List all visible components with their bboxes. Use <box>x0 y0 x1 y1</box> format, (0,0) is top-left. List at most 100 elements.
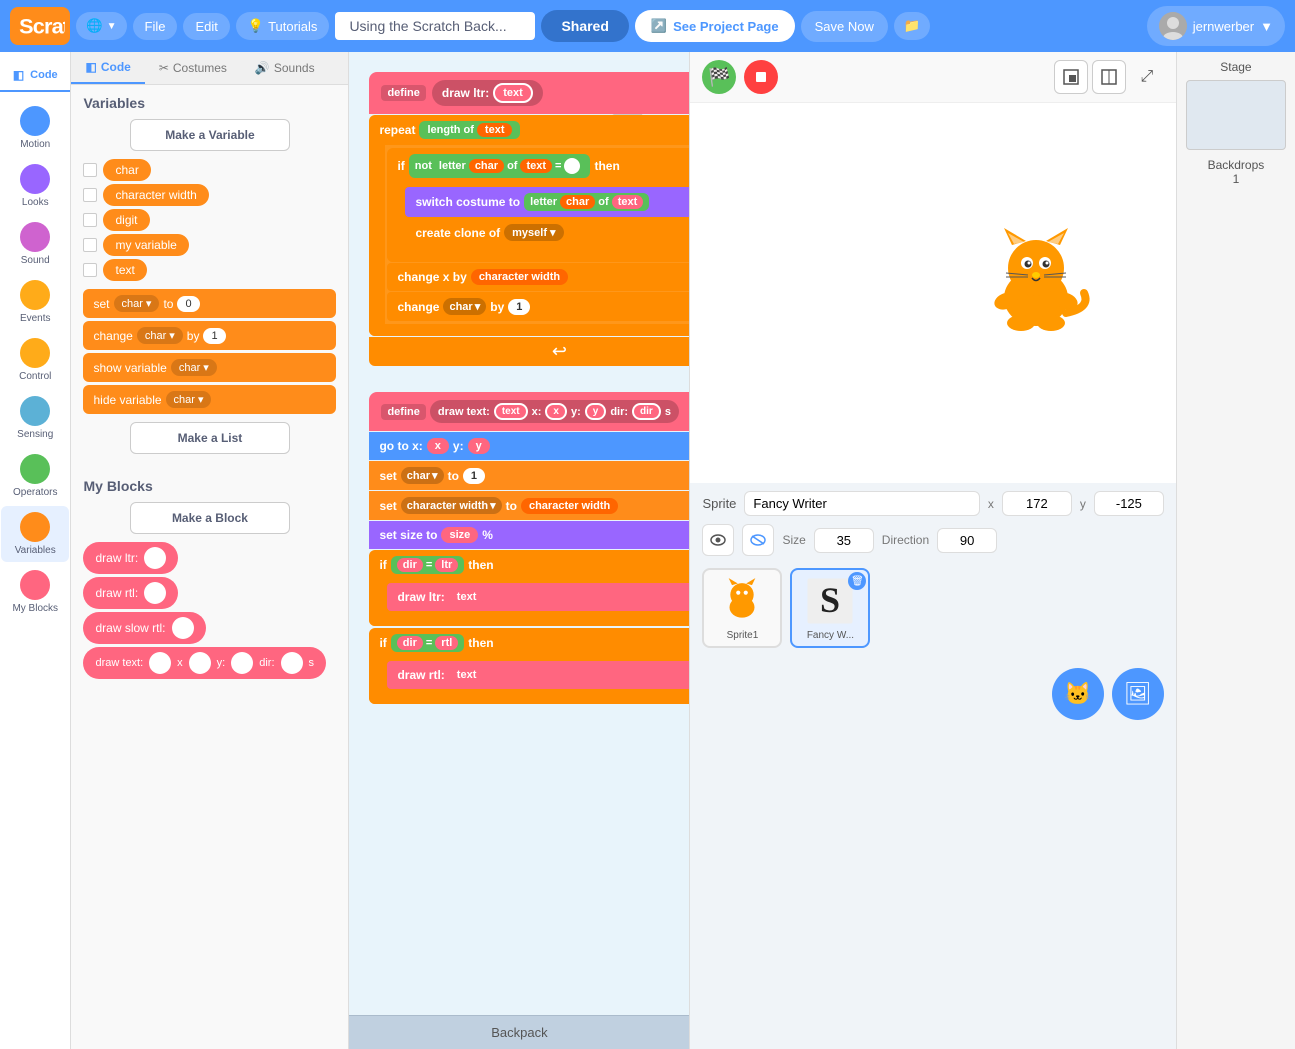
make-block-button[interactable]: Make a Block <box>130 502 290 534</box>
var-check-my-variable[interactable] <box>83 238 97 252</box>
draw-rtl-call[interactable]: draw rtl: text <box>387 661 689 689</box>
define-draw-text-block[interactable]: define draw text: text x: x y: y dir: di… <box>369 392 689 431</box>
myblock-draw-text[interactable]: draw text: x y: dir: s <box>83 647 336 679</box>
set-char-dropdown[interactable]: char ▾ <box>114 295 160 312</box>
stage-thumbnail[interactable] <box>1186 80 1286 150</box>
switch-costume-block[interactable]: switch costume to letter char of text <box>405 187 689 217</box>
sprite-name-input[interactable] <box>744 491 979 516</box>
sprite-thumb-sprite1[interactable]: Sprite1 <box>702 568 782 648</box>
add-cat-button[interactable]: 🐱 <box>1052 668 1104 720</box>
change-char-block[interactable]: change char ▾ by 1 <box>83 321 336 350</box>
sprite-thumb-fancy-writer[interactable]: 🗑 S Fancy W... <box>790 568 870 648</box>
y-input[interactable] <box>1094 491 1164 516</box>
folder-button[interactable]: 📁 <box>894 12 931 40</box>
sidebar-item-myblocks[interactable]: My Blocks <box>1 564 69 620</box>
if-dir-rtl[interactable]: if dir = rtl then draw rtl: text <box>369 628 689 704</box>
fullscreen-button[interactable]: ⤢ <box>1130 60 1164 94</box>
var-pill-character-width[interactable]: character width <box>103 184 208 206</box>
myblock-draw-ltr[interactable]: draw ltr: <box>83 542 336 574</box>
sidebar-item-operators[interactable]: Operators <box>1 448 69 504</box>
sidebar-item-events[interactable]: Events <box>1 274 69 330</box>
tab-costumes[interactable]: ✂ Costumes <box>145 52 241 84</box>
draw-ltr-arg <box>144 547 166 569</box>
layout-small-button[interactable] <box>1054 60 1088 94</box>
sprite-delete-button[interactable]: 🗑 <box>848 572 866 590</box>
var-check-character-width[interactable] <box>83 188 97 202</box>
define-block[interactable]: define draw ltr: text <box>369 72 689 114</box>
sidebar-item-sound[interactable]: Sound <box>1 216 69 272</box>
set-size-block[interactable]: set size to size % <box>369 521 689 549</box>
backpack-bar[interactable]: Backpack <box>349 1015 689 1049</box>
sprites-grid: Sprite1 🗑 S Fancy W... <box>702 564 1163 652</box>
if-dir-ltr[interactable]: if dir = ltr then draw ltr: text <box>369 550 689 626</box>
set-char-to-1-block[interactable]: set char ▾ to 1 <box>369 461 689 490</box>
tab-sounds[interactable]: 🔊 Sounds <box>241 52 329 84</box>
layout-large-button[interactable] <box>1092 60 1126 94</box>
make-list-button[interactable]: Make a List <box>130 422 290 454</box>
sidebar-item-looks[interactable]: Looks <box>1 158 69 214</box>
edit-menu[interactable]: Edit <box>183 13 229 40</box>
y-label: y <box>1080 497 1086 511</box>
hide-variable-block[interactable]: hide variable char ▾ <box>83 385 336 414</box>
myblock-draw-slow-rtl[interactable]: draw slow rtl: <box>83 612 336 644</box>
show-var-dropdown[interactable]: char ▾ <box>171 359 217 376</box>
sidebar-item-motion[interactable]: Motion <box>1 100 69 156</box>
shared-button[interactable]: Shared <box>541 10 628 42</box>
change-char-var-block[interactable]: change char ▾ by 1 <box>387 292 689 321</box>
stage-canvas <box>690 103 1175 483</box>
var-pill-digit[interactable]: digit <box>103 209 149 231</box>
create-clone-block[interactable]: create clone of myself ▾ <box>405 218 689 247</box>
control-dot <box>20 338 50 368</box>
draw-ltr-call[interactable]: draw ltr: text <box>387 583 689 611</box>
var-check-char[interactable] <box>83 163 97 177</box>
variables-title: Variables <box>83 95 336 111</box>
direction-input[interactable] <box>937 528 997 553</box>
tab-code[interactable]: ◧ Code <box>0 60 70 92</box>
sprite-label: Sprite <box>702 496 736 511</box>
repeat-block[interactable]: repeat length of text if <box>369 115 689 336</box>
tutorials-button[interactable]: 💡 Tutorials <box>236 12 330 40</box>
sidebar-item-sensing[interactable]: Sensing <box>1 390 69 446</box>
user-menu[interactable]: jernwerber ▼ <box>1147 6 1285 46</box>
green-flag-button[interactable]: 🏁 <box>702 60 736 94</box>
sidebar-item-control[interactable]: Control <box>1 332 69 388</box>
size-input[interactable] <box>814 528 874 553</box>
var-pill-char[interactable]: char <box>103 159 150 181</box>
top-navigation: Scratch 🌐 ▼ File Edit 💡 Tutorials Shared… <box>0 0 1295 52</box>
svg-text:Scratch: Scratch <box>19 13 65 38</box>
char-arrow-icon: ▾ <box>475 300 481 313</box>
var-pill-my-variable[interactable]: my variable <box>103 234 188 256</box>
set-char-width-block[interactable]: set character width ▾ to character width <box>369 491 689 520</box>
code-canvas[interactable]: S define draw ltr: text repeat <box>349 52 689 1009</box>
if-rtl-footer <box>369 692 689 704</box>
if-block-1[interactable]: if not letter char of text = <box>387 148 689 262</box>
motion-dot <box>20 106 50 136</box>
x-input[interactable] <box>1002 491 1072 516</box>
set-char-block[interactable]: set char ▾ to 0 <box>83 289 336 318</box>
scratch-logo[interactable]: Scratch <box>10 7 70 45</box>
show-sprite-button[interactable] <box>702 524 734 556</box>
stop-button[interactable] <box>744 60 778 94</box>
make-variable-button[interactable]: Make a Variable <box>130 119 290 151</box>
language-button[interactable]: 🌐 ▼ <box>76 12 127 40</box>
change-x-block[interactable]: change x by character width <box>387 263 689 291</box>
stage-controls: 🏁 ⤢ <box>690 52 1175 103</box>
project-name-input[interactable] <box>335 12 535 40</box>
var-check-digit[interactable] <box>83 213 97 227</box>
hide-sprite-button[interactable] <box>742 524 774 556</box>
sidebar-item-variables[interactable]: Variables <box>1 506 69 562</box>
hide-var-dropdown[interactable]: char ▾ <box>166 391 212 408</box>
tab-code-panel[interactable]: ◧ Code <box>71 52 144 84</box>
file-menu[interactable]: File <box>133 13 178 40</box>
see-project-button[interactable]: ↗️ See Project Page <box>635 10 795 42</box>
repeat-footer <box>369 324 689 336</box>
var-pill-text[interactable]: text <box>103 259 146 281</box>
change-char-dropdown[interactable]: char ▾ <box>137 327 183 344</box>
var-check-text[interactable] <box>83 263 97 277</box>
add-from-library-button[interactable]: 🖼 <box>1112 668 1164 720</box>
save-now-button[interactable]: Save Now <box>801 11 888 42</box>
myblock-draw-rtl[interactable]: draw rtl: <box>83 577 336 609</box>
var-row-character-width: character width <box>83 184 336 206</box>
goto-xy-block[interactable]: go to x: x y: y <box>369 432 689 460</box>
show-variable-block[interactable]: show variable char ▾ <box>83 353 336 382</box>
